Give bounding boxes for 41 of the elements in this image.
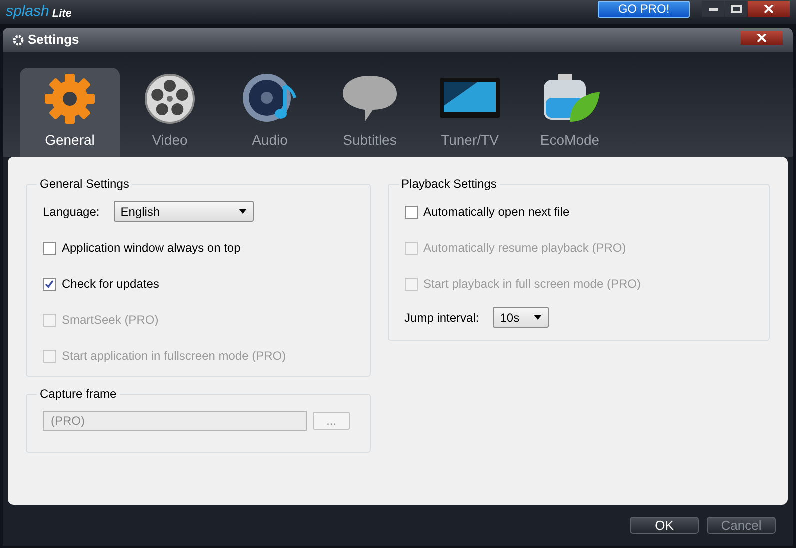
capture-path-field[interactable]: (PRO) (43, 411, 307, 431)
close-button[interactable] (741, 31, 783, 45)
app-edition: Lite (52, 6, 72, 22)
group-title: Capture frame (39, 386, 118, 403)
dialog-button[interactable]: OK (630, 517, 699, 534)
film-reel-icon (143, 72, 197, 126)
go-pro-button[interactable]: GO PRO! (598, 0, 690, 18)
close-icon (757, 34, 767, 42)
settings-tab[interactable]: Subtitles (320, 68, 420, 157)
settings-tab[interactable]: Audio (220, 68, 320, 157)
settings-tab[interactable]: General (20, 68, 120, 157)
dropdown-arrow-icon (238, 209, 247, 214)
checkbox-label: Check for updates (62, 276, 160, 293)
dropdown[interactable]: English (114, 201, 254, 222)
minimize-button[interactable] (702, 1, 724, 17)
checkbox-label: Start application in fullscreen mode (PRO) (62, 348, 286, 365)
language-label: Language: (43, 204, 100, 220)
settings-tab[interactable]: Tuner/TV (420, 68, 520, 157)
browse-button[interactable]: ... (313, 412, 350, 430)
close-button[interactable] (748, 1, 790, 17)
dropdown[interactable]: 10s (493, 307, 550, 328)
checkbox[interactable] (43, 278, 56, 290)
checkbox-label: SmartSeek (PRO) (62, 312, 159, 329)
settings-tab[interactable]: Video (120, 68, 220, 157)
jump-interval-label: Jump interval: (404, 310, 480, 326)
gear-icon (43, 72, 97, 126)
gear-icon (13, 34, 24, 46)
checkbox-label: Automatically open next file (424, 204, 570, 221)
checkbox-label: Application window always on top (62, 240, 241, 257)
checkbox[interactable] (43, 242, 56, 254)
checkbox-label: Start playback in full screen mode (PRO) (424, 276, 641, 293)
close-icon (764, 5, 774, 13)
settings-tab[interactable]: EcoMode (520, 68, 620, 157)
dialog-title: Settings (28, 31, 80, 50)
dropdown-arrow-icon (534, 315, 542, 320)
group-title: General Settings (39, 176, 130, 193)
group-title: Playback Settings (400, 176, 498, 193)
app-logo: splash (6, 2, 50, 22)
checkbox-label: Automatically resume playback (PRO) (424, 240, 626, 257)
maximize-button[interactable] (725, 1, 747, 17)
checkbox[interactable] (404, 206, 418, 218)
